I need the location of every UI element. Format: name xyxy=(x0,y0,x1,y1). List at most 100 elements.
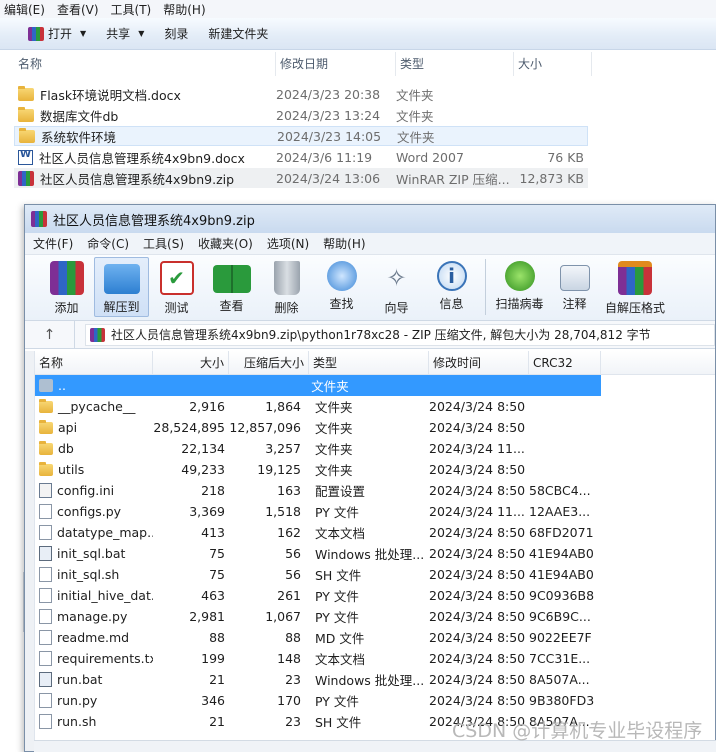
view-button[interactable]: 查看 xyxy=(204,257,259,317)
folder-icon xyxy=(18,85,34,101)
comment-button-label: 注释 xyxy=(562,297,587,311)
menu-view[interactable]: 查看(V) xyxy=(53,1,107,18)
file-type: 文件夹 xyxy=(396,87,434,103)
table-row[interactable]: init_sql.bat 75 56 Windows 批处理... 2024/3/24 … xyxy=(35,543,715,564)
compressed-size: 1,864 xyxy=(265,399,301,414)
list-item[interactable]: Flask环境说明文档.docx 2024/3/23 20:38 文件夹 xyxy=(14,84,588,104)
column-size[interactable]: 大小 xyxy=(153,351,229,375)
file-size: 75 xyxy=(209,567,225,582)
table-row[interactable]: datatype_map.... 413 162 文本文档 2024/3/24 8:50… xyxy=(35,522,715,543)
column-compressed-size[interactable]: 压缩后大小 xyxy=(229,351,309,375)
menu-options[interactable]: 选项(N) xyxy=(259,235,315,252)
menu-tools[interactable]: 工具(S) xyxy=(135,235,190,252)
column-size[interactable]: 大小 xyxy=(514,52,592,76)
modified-time: 2024/3/24 8:50 xyxy=(429,588,526,603)
extract-folder-icon xyxy=(103,264,140,294)
winrar-titlebar[interactable]: 社区人员信息管理系统4x9bn9.zip xyxy=(25,205,715,233)
word-doc-icon xyxy=(18,149,33,165)
up-arrow-icon[interactable]: ↑ xyxy=(25,320,75,349)
table-row[interactable]: run.bat 21 23 Windows 批处理... 2024/3/24 8:50 8… xyxy=(35,669,715,690)
list-item[interactable]: 社区人员信息管理系统4x9bn9.zip 2024/3/24 13:06 WinRA… xyxy=(14,168,588,188)
sfx-button[interactable]: 自解压格式 xyxy=(602,257,668,317)
test-button[interactable]: ✔ 测试 xyxy=(149,257,204,317)
extract-button[interactable]: 解压到 xyxy=(94,257,149,317)
table-row[interactable]: api 28,524,895 12,857,096 文件夹 2024/3/24 8:50 xyxy=(35,417,715,438)
table-row[interactable]: initial_hive_dat... 463 261 PY 文件 2024/3/24 … xyxy=(35,585,715,606)
menu-tools[interactable]: 工具(T) xyxy=(107,1,160,18)
table-row[interactable]: readme.md 88 88 MD 文件 2024/3/24 8:50 9022EE7F xyxy=(35,627,715,648)
file-size: 218 xyxy=(201,483,225,498)
file-size: 76 KB xyxy=(547,149,584,165)
burn-button[interactable]: 刻录 xyxy=(154,22,198,46)
crc32: 9C6B9C... xyxy=(529,609,591,624)
crc32: 7CC31E... xyxy=(529,651,591,666)
new-folder-button[interactable]: 新建文件夹 xyxy=(198,22,278,46)
folder-icon xyxy=(39,420,53,434)
crc32: 9C0936B8 xyxy=(529,588,595,603)
file-icon xyxy=(39,693,52,708)
menu-help[interactable]: 帮助(H) xyxy=(159,1,213,18)
trash-icon xyxy=(273,261,300,295)
add-button[interactable]: 添加 xyxy=(39,257,94,317)
column-type[interactable]: 类型 xyxy=(396,52,514,76)
compressed-size: 163 xyxy=(277,483,301,498)
menu-commands[interactable]: 命令(C) xyxy=(79,235,135,252)
list-item[interactable]: 社区人员信息管理系统4x9bn9.docx 2024/3/6 11:19 Word … xyxy=(14,147,588,167)
table-row[interactable]: utils 49,233 19,125 文件夹 2024/3/24 8:50 xyxy=(35,459,715,480)
file-size: 346 xyxy=(201,693,225,708)
column-type[interactable]: 类型 xyxy=(309,351,429,375)
comment-bubble-icon xyxy=(559,265,590,291)
table-row[interactable]: config.ini 218 163 配置设置 2024/3/24 8:50 58CBC4… xyxy=(35,480,715,501)
column-crc32[interactable]: CRC32 xyxy=(529,351,601,375)
wizard-button[interactable]: ✧ 向导 xyxy=(369,257,424,317)
table-row[interactable]: configs.py 3,369 1,518 PY 文件 2024/3/24 11...… xyxy=(35,501,715,522)
scan-virus-button[interactable]: 扫描病毒 xyxy=(492,257,547,317)
find-button[interactable]: 查找 xyxy=(314,257,369,317)
table-row[interactable]: __pycache__ 2,916 1,864 文件夹 2024/3/24 8:50 xyxy=(35,396,715,417)
table-row[interactable]: init_sql.sh 75 56 SH 文件 2024/3/24 8:50 41E94A… xyxy=(35,564,715,585)
column-name[interactable]: 名称 xyxy=(0,52,276,76)
modified-time: 2024/3/24 8:50 xyxy=(429,399,526,414)
folder-icon xyxy=(19,127,35,143)
list-item[interactable]: 系统软件环境 2024/3/23 14:05 文件夹 xyxy=(14,126,588,146)
virus-scan-icon xyxy=(504,261,535,291)
list-item[interactable]: 数据库文件db 2024/3/23 13:24 文件夹 xyxy=(14,105,588,125)
table-row[interactable]: db 22,134 3,257 文件夹 2024/3/24 11... xyxy=(35,438,715,459)
info-button[interactable]: i 信息 xyxy=(424,257,479,317)
file-name: 数据库文件db xyxy=(40,108,119,124)
compressed-size: 148 xyxy=(277,651,301,666)
compressed-size: 23 xyxy=(285,672,301,687)
menu-file[interactable]: 文件(F) xyxy=(25,235,79,252)
file-type: WinRAR ZIP 压缩... xyxy=(396,171,510,187)
comment-button[interactable]: 注释 xyxy=(547,257,602,317)
explorer-column-header: 名称 修改日期 类型 大小 xyxy=(0,52,600,76)
table-row[interactable]: run.py 346 170 PY 文件 2024/3/24 8:50 9B380FD3 xyxy=(35,690,715,711)
table-row[interactable]: manage.py 2,981 1,067 PY 文件 2024/3/24 8:50 9C… xyxy=(35,606,715,627)
info-icon: i xyxy=(436,261,467,291)
column-modified[interactable]: 修改时间 xyxy=(429,351,529,375)
address-bar: ↑ 社区人员信息管理系统4x9bn9.zip\python1r78xc28 - … xyxy=(25,320,715,349)
rar-archive-icon xyxy=(18,170,34,186)
menu-help[interactable]: 帮助(H) xyxy=(315,235,371,252)
menu-edit[interactable]: 编辑(E) xyxy=(0,1,53,18)
file-name: db xyxy=(58,441,74,456)
folder-icon xyxy=(39,399,53,413)
delete-button[interactable]: 删除 xyxy=(259,257,314,317)
explorer-toolbar: 打开 ▼ 共享 ▼ 刻录 新建文件夹 xyxy=(0,18,716,50)
test-checklist-icon: ✔ xyxy=(159,261,194,295)
table-row[interactable]: requirements.txt 199 148 文本文档 2024/3/24 8:50… xyxy=(35,648,715,669)
share-button[interactable]: 共享 ▼ xyxy=(96,22,154,46)
open-button[interactable]: 打开 ▼ xyxy=(18,22,96,46)
menu-favorites[interactable]: 收藏夹(O) xyxy=(190,235,259,252)
file-type: Windows 批处理... xyxy=(315,547,425,562)
column-name[interactable]: 名称 xyxy=(35,351,153,375)
file-icon xyxy=(39,504,52,519)
compressed-size: 162 xyxy=(277,525,301,540)
table-row[interactable]: .. 文件夹 xyxy=(35,375,601,396)
compressed-size: 56 xyxy=(285,546,301,561)
address-field[interactable]: 社区人员信息管理系统4x9bn9.zip\python1r78xc28 - ZI… xyxy=(85,323,715,346)
modified-time: 2024/3/24 11... xyxy=(429,504,525,519)
file-name: api xyxy=(58,420,78,435)
file-name-cell: 数据库文件db xyxy=(14,106,276,125)
column-date[interactable]: 修改日期 xyxy=(276,52,396,76)
